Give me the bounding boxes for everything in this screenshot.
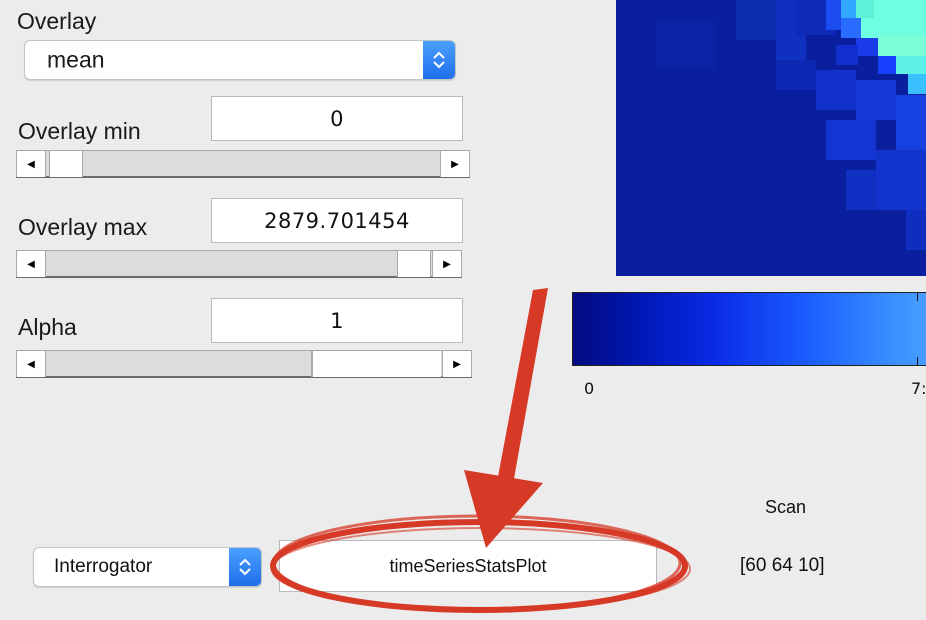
colorbar xyxy=(572,292,926,366)
overlay-min-slider[interactable]: ◀ ▶ xyxy=(16,150,470,178)
overlay-min-field[interactable]: 0 xyxy=(211,96,463,141)
alpha-label: Alpha xyxy=(18,314,77,340)
slider-right-arrow-icon[interactable]: ▶ xyxy=(442,351,471,377)
colorbar-tick xyxy=(917,357,918,365)
slider-left-arrow-icon[interactable]: ◀ xyxy=(17,351,46,377)
overlay-max-slider[interactable]: ◀ ▶ xyxy=(16,250,462,278)
slider-left-arrow-icon[interactable]: ◀ xyxy=(17,151,46,177)
red-arrow-icon xyxy=(464,288,548,548)
function-field[interactable]: timeSeriesStatsPlot xyxy=(279,540,657,592)
scan-dims: [60 64 10] xyxy=(740,555,825,576)
overlay-popup-value: mean xyxy=(47,46,105,73)
colorbar-tick xyxy=(917,293,918,301)
overlay-max-field[interactable]: 2879.701454 xyxy=(211,198,463,243)
overlay-popup[interactable]: mean xyxy=(24,40,456,80)
alpha-slider-filled xyxy=(313,351,441,377)
slider-right-arrow-icon[interactable]: ▶ xyxy=(440,151,469,177)
scan-label: Scan xyxy=(765,497,807,517)
slider-right-arrow-icon[interactable]: ▶ xyxy=(432,251,461,277)
slider-thumb[interactable] xyxy=(397,251,431,277)
alpha-field[interactable]: 1 xyxy=(211,298,463,343)
tool-popup-stepper[interactable] xyxy=(229,548,261,586)
overlay-min-label: Overlay min xyxy=(18,118,141,144)
colorbar-tick-label-partial: 7: xyxy=(911,379,926,398)
slider-left-arrow-icon[interactable]: ◀ xyxy=(17,251,46,277)
overlay-label: Overlay xyxy=(17,8,97,34)
overlay-max-label: Overlay max xyxy=(18,214,148,240)
slider-thumb[interactable] xyxy=(49,151,83,177)
alpha-slider[interactable]: ◀ ▶ xyxy=(16,350,472,378)
colorbar-tick-label-start: 0 xyxy=(584,379,595,398)
overlay-popup-stepper[interactable] xyxy=(423,41,455,79)
up-down-chevron-icon xyxy=(239,558,251,576)
slider-thumb[interactable] xyxy=(311,351,313,377)
tool-popup[interactable]: Interrogator xyxy=(33,547,262,587)
up-down-chevron-icon xyxy=(433,51,445,69)
tool-popup-value: Interrogator xyxy=(54,556,153,577)
overlay-heatmap-image xyxy=(616,0,926,276)
